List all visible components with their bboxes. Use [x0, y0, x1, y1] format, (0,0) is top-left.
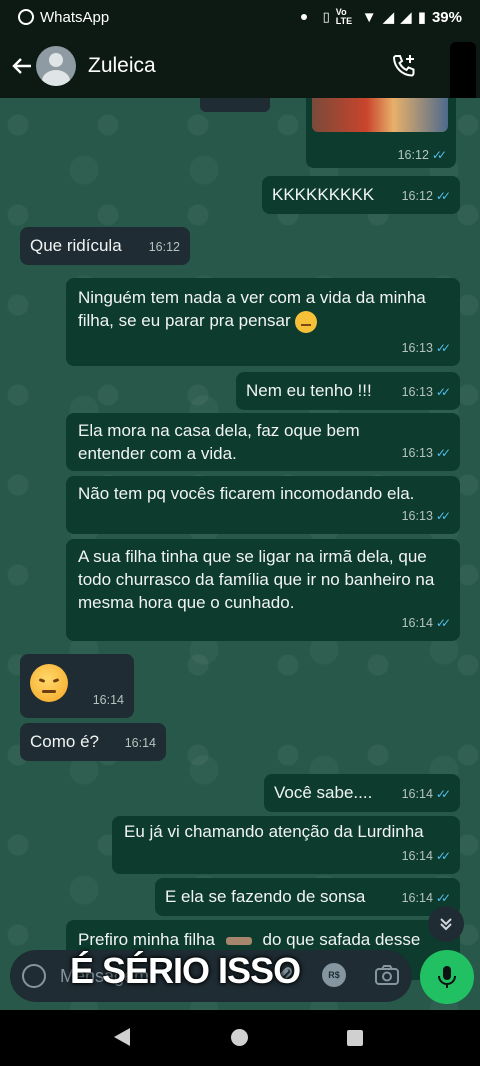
message-time: 16:14 ✓✓ — [402, 612, 451, 635]
read-ticks-icon: ✓✓ — [435, 787, 451, 801]
nav-home-icon[interactable] — [231, 1029, 248, 1046]
message-time: 16:14 ✓✓ — [402, 783, 451, 806]
signal-icon-2: ◢ — [400, 9, 412, 26]
chat-header: Zuleica — [0, 34, 480, 98]
contact-avatar[interactable] — [36, 46, 76, 86]
message-text: Ninguém tem nada a ver com a vida da min… — [78, 288, 426, 330]
message-bubble[interactable]: Nem eu tenho !!! 16:13 ✓✓ — [236, 372, 460, 410]
message-bubble[interactable]: A sua filha tinha que se ligar na irmã d… — [66, 539, 460, 641]
double-chevron-down-icon — [440, 918, 452, 931]
contact-name[interactable]: Zuleica — [88, 54, 156, 78]
read-ticks-icon: ✓✓ — [431, 148, 447, 162]
read-ticks-icon: ✓✓ — [435, 189, 451, 203]
signal-icon: ◢ — [382, 9, 395, 26]
status-bar: WhatsApp ▯ Vo LTE ▼ ◢ ◢ ▮ 39% — [0, 0, 480, 34]
system-nav-bar — [0, 1010, 480, 1066]
message-bubble[interactable]: Você sabe.... 16:14 ✓✓ — [264, 774, 460, 812]
message-bubble[interactable]: Que ridícula 16:12 — [20, 227, 190, 265]
camera-icon[interactable] — [374, 963, 400, 989]
message-text: Que ridícula — [30, 236, 122, 255]
message-bubble[interactable]: KKKKKKKKK 16:12 ✓✓ — [262, 176, 460, 214]
read-ticks-icon: ✓✓ — [435, 849, 451, 863]
microphone-icon — [438, 966, 456, 988]
message-bubble[interactable]: Ela mora na casa dela, faz oque bem ente… — [66, 413, 460, 471]
message-time: 16:12 — [148, 240, 180, 254]
message-time: 16:12 ✓✓ — [397, 148, 447, 162]
read-ticks-icon: ✓✓ — [435, 509, 451, 523]
message-time: 16:14 ✓✓ — [402, 845, 451, 868]
network-label: Vo LTE — [335, 7, 353, 26]
battery-icon: ▮ — [417, 9, 426, 26]
media-message[interactable]: 16:12 ✓✓ — [306, 98, 456, 168]
message-time: 16:13 ✓✓ — [402, 442, 451, 465]
angry-face-emoji-icon — [30, 664, 68, 702]
battery-percent: 39% — [431, 8, 462, 26]
read-ticks-icon: ✓✓ — [435, 616, 451, 630]
add-call-icon[interactable] — [390, 52, 418, 80]
chat-area[interactable]: 16:12 ✓✓ KKKKKKKKK 16:12 ✓✓ Que ridícula 1… — [0, 98, 480, 1010]
inline-emoji-icon — [225, 937, 252, 945]
message-text: Nem eu tenho !!! — [246, 381, 372, 400]
message-text: Ela mora na casa dela, faz oque bem ente… — [78, 421, 360, 463]
nav-recents-icon[interactable] — [347, 1030, 363, 1046]
message-text: Você sabe.... — [274, 783, 373, 802]
currency-icon: R$ — [322, 963, 346, 987]
message-bubble[interactable]: E ela se fazendo de sonsa 16:14 ✓✓ — [155, 878, 460, 916]
message-time: 16:14 — [92, 693, 124, 707]
message-text: A sua filha tinha que se ligar na irmã d… — [78, 547, 435, 612]
message-time: 16:13 ✓✓ — [402, 505, 451, 528]
message-text: Não tem pq vocês ficarem incomodando ela… — [78, 484, 415, 503]
message-time: 16:12 ✓✓ — [402, 185, 451, 208]
message-time: 16:14 — [124, 736, 156, 750]
scroll-to-bottom-button[interactable] — [428, 906, 464, 942]
message-text: Como é? — [30, 732, 99, 751]
mic-button[interactable] — [420, 950, 474, 1004]
message-bubble[interactable]: Eu já vi chamando atenção da Lurdinha 16… — [112, 816, 460, 874]
message-time: 16:13 ✓✓ — [402, 337, 451, 360]
emoji-picker-icon[interactable] — [22, 964, 46, 988]
message-bubble[interactable]: Ninguém tem nada a ver com a vida da min… — [66, 278, 460, 366]
partial-bubble — [200, 98, 270, 112]
whatsapp-notification-icon — [18, 9, 34, 25]
raised-eyebrow-emoji-icon — [295, 310, 318, 333]
nav-back-icon[interactable] — [114, 1028, 130, 1046]
message-bubble[interactable]: Como é? 16:14 — [20, 723, 166, 761]
message-text: Eu já vi chamando atenção da Lurdinha — [124, 822, 424, 841]
payment-icon[interactable]: R$ — [322, 963, 348, 989]
wifi-icon: ▼ — [361, 8, 377, 26]
emoji-message-bubble[interactable]: 16:14 — [20, 654, 134, 718]
message-text: Prefiro minha filha — [78, 930, 216, 949]
message-text-cont: do que safada desse — [262, 930, 421, 949]
message-time: 16:13 ✓✓ — [402, 381, 451, 404]
overlay-caption: É SÉRIO ISSO — [70, 950, 301, 991]
read-ticks-icon: ✓✓ — [435, 385, 451, 399]
status-app-name: WhatsApp — [40, 8, 110, 26]
media-thumbnail[interactable] — [312, 98, 448, 132]
message-bubble[interactable]: Não tem pq vocês ficarem incomodando ela… — [66, 476, 460, 534]
message-text: KKKKKKKKK — [272, 185, 375, 204]
vibrate-icon: ▯ — [322, 9, 330, 24]
read-ticks-icon: ✓✓ — [435, 446, 451, 460]
notification-dot-icon — [300, 14, 307, 20]
read-ticks-icon: ✓✓ — [435, 341, 451, 355]
message-text: E ela se fazendo de sonsa — [165, 887, 366, 906]
